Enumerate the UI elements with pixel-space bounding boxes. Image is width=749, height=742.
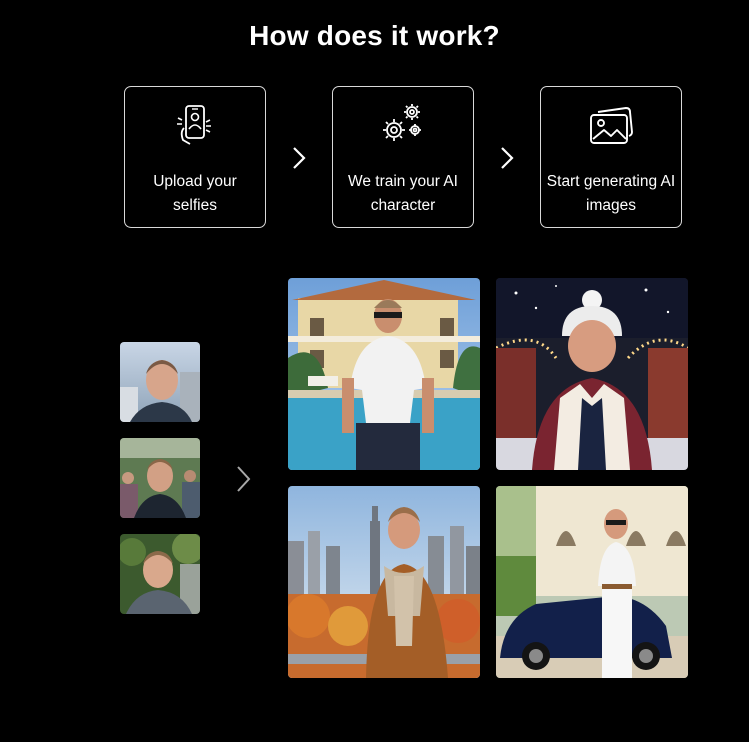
step-card-generate: Start generating AI images bbox=[540, 86, 682, 228]
chevron-right-icon bbox=[293, 147, 306, 169]
generated-image bbox=[496, 278, 688, 470]
gears-icon bbox=[383, 104, 421, 141]
chevron-right-icon bbox=[237, 466, 251, 492]
selfie-thumbnail bbox=[120, 438, 200, 518]
phone-upload-icon bbox=[177, 105, 211, 145]
generated-image bbox=[496, 486, 688, 678]
selfie-thumbnail bbox=[120, 342, 200, 422]
image-gallery-icon bbox=[590, 107, 633, 144]
step-label: Upload your selfies bbox=[153, 173, 237, 214]
step-label: Start generating AI images bbox=[546, 173, 676, 214]
chevron-right-icon bbox=[501, 147, 514, 169]
step-card-upload: Upload your selfies bbox=[124, 86, 266, 228]
page-title: How does it work? bbox=[249, 20, 500, 51]
selfie-thumbnail bbox=[120, 534, 200, 614]
generated-image bbox=[288, 486, 480, 678]
generated-image bbox=[288, 278, 480, 470]
step-label: We train your AI character bbox=[348, 173, 458, 214]
step-card-train: We train your AI character bbox=[332, 86, 474, 228]
